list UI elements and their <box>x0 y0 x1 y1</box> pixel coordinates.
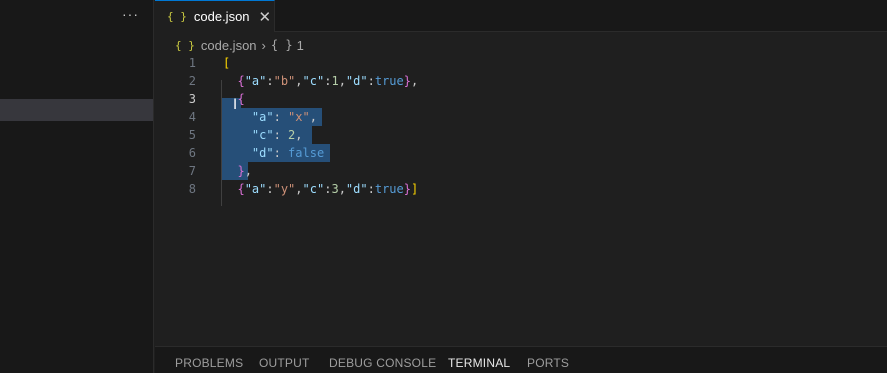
line-number: 5 <box>188 128 196 142</box>
object-braces-icon: { } <box>270 38 293 52</box>
bottom-panel: PROBLEMS OUTPUT DEBUG CONSOLE TERMINAL P… <box>155 346 887 373</box>
ellipsis-icon[interactable]: ··· <box>122 6 139 22</box>
breadcrumb: { } code.json › { } 1 <box>175 36 304 54</box>
breadcrumb-file[interactable]: code.json <box>201 38 257 53</box>
line-number: 1 <box>188 56 196 70</box>
panel-tab-ports[interactable]: PORTS <box>527 356 569 370</box>
code-line: 7 }, <box>155 162 887 180</box>
code-line: 2 {"a":"b","c":1,"d":true}, <box>155 72 887 90</box>
line-number: 7 <box>188 164 196 178</box>
code-editor[interactable]: 1 [ 2 {"a":"b","c":1,"d":true}, 3 { 4 "a… <box>155 54 887 346</box>
code-text: {"a":"b","c":1,"d":true}, <box>237 74 419 88</box>
tab-code-json[interactable]: { } code.json ✕ <box>155 0 275 32</box>
chevron-right-icon: › <box>261 37 266 53</box>
text-cursor-icon: I <box>233 97 238 113</box>
sidebar-selected-item[interactable] <box>0 99 153 121</box>
code-text: [ <box>223 56 231 70</box>
breadcrumb-symbol[interactable]: 1 <box>297 38 304 53</box>
code-line: 4 "a": "x", <box>155 108 887 126</box>
vscode-window: ··· { } code.json ✕ { } code.json › { } … <box>0 0 887 373</box>
line-number: 4 <box>188 110 196 124</box>
line-number: 6 <box>188 146 196 160</box>
code-text: "c": 2, <box>251 128 303 142</box>
panel-tab-problems[interactable]: PROBLEMS <box>175 356 243 370</box>
close-icon[interactable]: ✕ <box>259 8 272 26</box>
code-text: {"a":"y","c":3,"d":true}] <box>237 182 419 196</box>
tab-label: code.json <box>193 9 250 24</box>
line-number: 8 <box>188 182 196 196</box>
panel-tab-terminal[interactable]: TERMINAL <box>448 356 510 370</box>
line-number: 2 <box>188 74 196 88</box>
line-number: 3 <box>188 92 196 106</box>
code-text: }, <box>237 164 252 178</box>
json-braces-icon: { } <box>167 10 187 23</box>
code-line: 5 "c": 2, <box>155 126 887 144</box>
code-line: 6 "d": false <box>155 144 887 162</box>
code-line: 8 {"a":"y","c":3,"d":true}] <box>155 180 887 198</box>
json-braces-icon: { } <box>175 38 195 52</box>
panel-tab-output[interactable]: OUTPUT <box>259 356 310 370</box>
editor-tab-bar: { } code.json ✕ <box>155 0 887 32</box>
code-line: 3 { <box>155 90 887 108</box>
code-text: "d": false <box>251 146 325 160</box>
sidebar: ··· <box>0 0 154 373</box>
panel-tab-debug-console[interactable]: DEBUG CONSOLE <box>329 356 436 370</box>
code-line: 1 [ <box>155 54 887 72</box>
